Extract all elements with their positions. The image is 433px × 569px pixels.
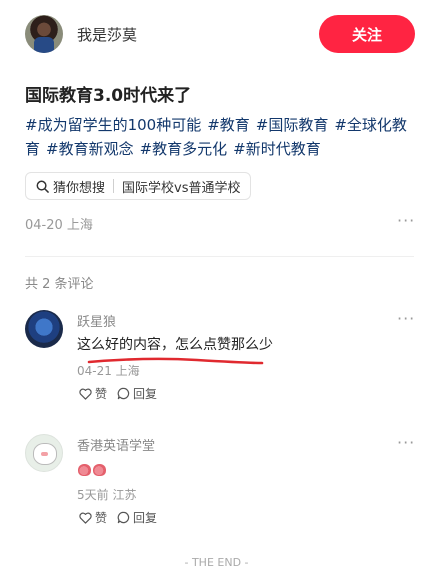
search-chip-prefix: 猜你想搜 xyxy=(53,180,106,196)
comment-text: 这么好的内容，怎么点赞那么少 xyxy=(77,337,273,353)
heart-icon xyxy=(79,388,92,400)
comment-count: 共 2 条评论 xyxy=(25,277,94,292)
post-date-location: 04-20 上海 xyxy=(25,218,93,233)
tag-link[interactable]: #成为留学生的100种可能 xyxy=(25,116,201,134)
tag-link[interactable]: 育 xyxy=(25,140,40,158)
heart-icon xyxy=(79,512,92,524)
tag-link[interactable]: #全球化教 xyxy=(334,116,407,134)
heart-hands-emoji-icon xyxy=(78,464,91,476)
like-button[interactable]: 赞 xyxy=(79,385,107,402)
search-icon xyxy=(36,180,49,193)
tag-link[interactable]: #教育多元化 xyxy=(140,140,228,158)
comment-actions: 赞 回复 xyxy=(79,385,167,402)
divider xyxy=(25,256,414,257)
commenter-avatar[interactable] xyxy=(25,434,63,472)
search-chip-query: 国际学校vs普通学校 xyxy=(122,180,241,196)
related-search-chip[interactable]: 猜你想搜 国际学校vs普通学校 xyxy=(25,172,252,200)
reply-button[interactable]: 回复 xyxy=(117,509,157,526)
like-label: 赞 xyxy=(95,511,108,525)
post-title: 国际教育3.0时代来了 xyxy=(25,86,192,106)
author-avatar[interactable] xyxy=(25,15,63,53)
like-button[interactable]: 赞 xyxy=(79,509,107,526)
comment-actions: 赞 回复 xyxy=(79,509,167,526)
like-label: 赞 xyxy=(95,387,108,401)
commenter-name[interactable]: 跃星狼 xyxy=(77,311,116,330)
reply-label: 回复 xyxy=(133,511,158,525)
chip-divider xyxy=(113,179,115,193)
reply-button[interactable]: 回复 xyxy=(117,385,157,402)
commenter-name[interactable]: 香港英语学堂 xyxy=(77,435,155,454)
post-more-icon[interactable]: ··· xyxy=(397,211,415,230)
reply-bubble-icon xyxy=(117,387,130,400)
comment-emoji-text xyxy=(78,461,108,480)
tag-link[interactable]: #教育新观念 xyxy=(46,140,134,158)
commenter-avatar[interactable] xyxy=(25,310,63,348)
tag-list: #成为留学生的100种可能 #教育 #国际教育 #全球化教育 #教育新观念 #教育多元化 #… xyxy=(25,113,420,161)
comment-more-icon[interactable]: ··· xyxy=(397,309,415,328)
follow-button[interactable]: 关注 xyxy=(319,15,415,53)
reply-bubble-icon xyxy=(117,511,130,524)
heart-hands-emoji-icon xyxy=(93,464,106,476)
author-name[interactable]: 我是莎莫 xyxy=(77,24,137,45)
reply-label: 回复 xyxy=(133,387,158,401)
tag-link[interactable]: #教育 xyxy=(207,116,250,134)
comment-time-location: 5天前 江苏 xyxy=(77,488,137,502)
end-marker: - THE END - xyxy=(184,556,249,569)
comment-more-icon[interactable]: ··· xyxy=(397,433,415,452)
tag-link[interactable]: #国际教育 xyxy=(256,116,329,134)
tag-link[interactable]: #新时代教育 xyxy=(233,140,321,158)
comment-time-location: 04-21 上海 xyxy=(77,364,140,378)
